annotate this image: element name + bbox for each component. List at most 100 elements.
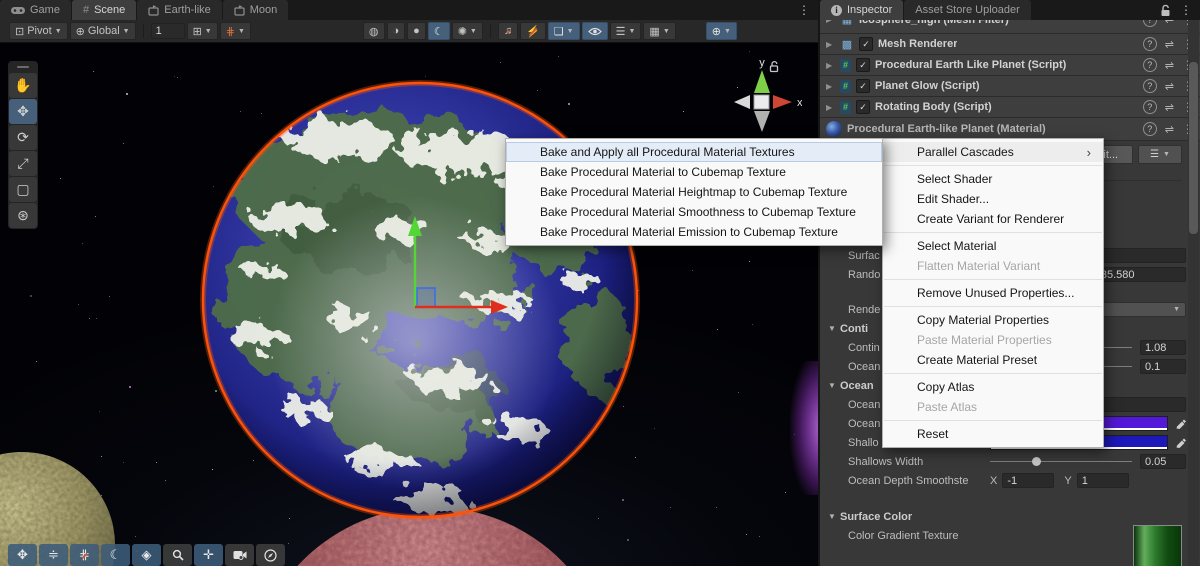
menu-item-reset[interactable]: Reset — [883, 424, 1103, 444]
tab-moon[interactable]: Moon — [223, 0, 289, 20]
compass-overlay-button[interactable] — [256, 544, 285, 566]
component-rotating-body[interactable]: ▶ # ✓ Rotating Body (Script) ?⇌⋮ — [820, 97, 1200, 118]
menu-item-remove-unused-properties[interactable]: Remove Unused Properties... — [883, 283, 1103, 303]
move-gizmo[interactable] — [400, 208, 520, 318]
help-icon[interactable]: ? — [1143, 20, 1157, 27]
presets-icon[interactable]: ⇌ — [1165, 59, 1174, 72]
scene-visibility-button[interactable] — [582, 22, 608, 40]
move-overlay-button[interactable]: ✛ — [194, 544, 223, 566]
overlay-layers-button[interactable]: ☰▼ — [610, 22, 642, 40]
enabled-checkbox[interactable]: ✓ — [856, 58, 870, 72]
help-icon[interactable]: ? — [1143, 100, 1157, 114]
presets-icon[interactable]: ⇌ — [1165, 101, 1174, 114]
tab-game[interactable]: Game — [0, 0, 71, 20]
slider[interactable] — [990, 454, 1132, 469]
presets-icon[interactable]: ⇌ — [1165, 123, 1174, 136]
shaded-wireframe-button[interactable]: ◍ — [363, 22, 385, 40]
move-tool-button[interactable]: ✥ — [9, 99, 37, 124]
component-planet-glow[interactable]: ▶ # ✓ Planet Glow (Script) ?⇌⋮ — [820, 76, 1200, 97]
help-icon[interactable]: ? — [1143, 122, 1157, 136]
help-icon[interactable]: ? — [1143, 79, 1157, 93]
property-row-color-gradient-texture[interactable]: Color Gradient Texture — [820, 526, 1186, 545]
inspector-scrollbar[interactable] — [1188, 20, 1199, 566]
y-axis-cone[interactable] — [754, 70, 770, 93]
x-axis-cone[interactable] — [773, 95, 792, 109]
enabled-checkbox[interactable]: ✓ — [856, 100, 870, 114]
unlit-button[interactable]: ● — [407, 22, 426, 40]
component-mesh-filter[interactable]: ▶ ▦ Icosphere_high (Mesh Filter) ?⇌⋮ — [820, 20, 1200, 34]
shaded-button[interactable]: ◑ — [387, 22, 406, 40]
night-mode-button[interactable]: ☾ — [428, 22, 450, 40]
purple-planet-object[interactable] — [790, 361, 818, 495]
menu-item-bake-heightmap[interactable]: Bake Procedural Material Heightmap to Cu… — [506, 182, 882, 202]
foldout-icon[interactable]: ▶ — [826, 103, 835, 112]
scene-lighting-button[interactable]: ⚡ — [520, 22, 546, 40]
menu-item-bake-and-apply-all[interactable]: Bake and Apply all Procedural Material T… — [506, 142, 882, 162]
presets-icon[interactable]: ⇌ — [1165, 38, 1174, 51]
enabled-checkbox[interactable]: ✓ — [859, 37, 873, 51]
menu-item-copy-atlas[interactable]: Copy Atlas — [883, 377, 1103, 397]
help-icon[interactable]: ? — [1143, 58, 1157, 72]
handle-space-button[interactable]: ⊕ Global ▼ — [70, 22, 136, 40]
menu-item-create-material-preset[interactable]: Create Material Preset — [883, 350, 1103, 370]
draw-mode-button[interactable]: ✺▼ — [452, 22, 483, 40]
menu-item-bake-to-cubemap[interactable]: Bake Procedural Material to Cubemap Text… — [506, 162, 882, 182]
component-procedural-earth-like-planet[interactable]: ▶ # ✓ Procedural Earth Like Planet (Scri… — [820, 55, 1200, 76]
menu-item-create-variant-for-renderer[interactable]: Create Variant for Renderer — [883, 209, 1103, 229]
presets-icon[interactable]: ⇌ — [1165, 80, 1174, 93]
tab-asset-store-uploader[interactable]: Asset Store Uploader — [904, 0, 1031, 20]
menu-item-parallel-cascades[interactable]: Parallel Cascades › — [883, 142, 1103, 162]
menu-item-copy-material-properties[interactable]: Copy Material Properties — [883, 310, 1103, 330]
foldout-open-icon[interactable]: ▼ — [828, 381, 840, 390]
night-overlay-button[interactable]: ☾ — [101, 544, 130, 566]
scene-audio-button[interactable]: ♫ — [498, 22, 518, 40]
tools-overlay-button[interactable]: ✥ — [8, 544, 37, 566]
camera-overlay-button[interactable] — [225, 544, 254, 566]
grid-snap-button[interactable]: ⊞▼ — [187, 22, 218, 40]
scene-viewport[interactable]: y x ✋ ✥ ⟳ ⤢ ▢ ⊛ ✥ ≑ ⋕ ☾ ◈ — [0, 43, 818, 566]
enabled-checkbox[interactable]: ✓ — [856, 79, 870, 93]
scene-effects-button[interactable]: ❏▼ — [548, 22, 580, 40]
search-overlay-button[interactable] — [163, 544, 192, 566]
unlock-icon[interactable] — [1160, 4, 1171, 17]
neg-x-axis-cone[interactable] — [734, 95, 750, 109]
menu-item-select-shader[interactable]: Select Shader — [883, 169, 1103, 189]
perspective-overlay-button[interactable]: ◈ — [132, 544, 161, 566]
eyedropper-icon[interactable] — [1174, 436, 1186, 449]
neg-y-axis-cone[interactable] — [754, 111, 770, 132]
foldout-open-icon[interactable]: ▼ — [828, 324, 840, 333]
hand-tool-button[interactable]: ✋ — [9, 73, 37, 98]
scale-tool-button[interactable]: ⤢ — [9, 151, 37, 176]
inspector-menu-icon[interactable]: ⋮ — [1180, 4, 1192, 16]
value-field[interactable]: 0.1 — [1140, 359, 1186, 374]
rotate-tool-button[interactable]: ⟳ — [9, 125, 37, 150]
menu-item-bake-emission[interactable]: Bake Procedural Material Emission to Cub… — [506, 222, 882, 242]
transform-tool-button[interactable]: ⊛ — [9, 203, 37, 228]
camera-settings-button[interactable]: ▦▼ — [643, 22, 675, 40]
orientation-gizmo[interactable]: y x — [722, 55, 802, 135]
grid-size-input[interactable] — [151, 23, 185, 39]
z-field[interactable]: 135.580 — [1090, 267, 1186, 282]
foldout-icon[interactable]: ▶ — [826, 40, 835, 49]
component-mesh-renderer[interactable]: ▶ ▩ ✓ Mesh Renderer ?⇌⋮ — [820, 34, 1200, 55]
gizmo-toggle-button[interactable]: ⊕▼ — [706, 22, 737, 40]
drag-handle[interactable] — [17, 66, 29, 68]
color-gradient-texture-preview[interactable] — [1133, 525, 1182, 566]
y-field[interactable]: 1 — [1077, 473, 1129, 488]
tab-earth-like[interactable]: Earth-like — [137, 0, 221, 20]
menu-item-edit-shader[interactable]: Edit Shader... — [883, 189, 1103, 209]
xy-plane-handle[interactable] — [417, 288, 435, 307]
grid-snap-overlay-button[interactable]: ⋕ — [70, 544, 99, 566]
tab-inspector[interactable]: i Inspector — [820, 0, 903, 20]
tab-scene[interactable]: # Scene — [72, 0, 136, 20]
foldout-icon[interactable]: ▶ — [826, 20, 835, 24]
value-field[interactable]: 1.08 — [1140, 340, 1186, 355]
foldout-open-icon[interactable]: ▼ — [828, 512, 840, 521]
eyedropper-icon[interactable] — [1174, 417, 1186, 430]
property-row-shallows-width[interactable]: Shallows Width 0.05 — [820, 452, 1186, 471]
gizmo-unlock-icon[interactable] — [768, 60, 780, 73]
presets-icon[interactable]: ⇌ — [1165, 20, 1174, 26]
material-preset-button[interactable]: ☰▼ — [1138, 145, 1182, 164]
help-icon[interactable]: ? — [1143, 37, 1157, 51]
increment-snap-button[interactable]: ⋕▼ — [220, 22, 251, 40]
